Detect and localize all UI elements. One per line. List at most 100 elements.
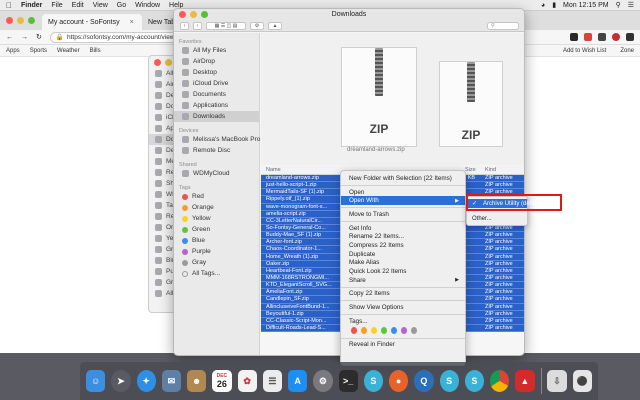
menu-item-get-info[interactable]: Get Info [341,224,465,233]
close-window-button[interactable] [6,17,13,24]
tag-color-dot-icon[interactable] [391,327,397,335]
trash-dock-icon[interactable]: ⚫ [572,370,592,392]
arrange-button[interactable]: ⚙ [250,21,264,30]
sidebar-item-remote-disc[interactable]: Remote Disc [174,145,259,156]
menu-go[interactable]: Go [117,2,126,9]
address-bar[interactable]: 🔒 https://sofontsy.com/my-account/view [49,31,190,43]
silhouette-dock-icon[interactable]: S [363,370,383,392]
sidebar-tag-green[interactable]: Green [174,224,259,235]
tag-color-dot-icon[interactable] [351,327,357,335]
bookmark-zone[interactable]: Zone [620,48,634,54]
sidebar-tag-gray[interactable]: Gray [174,257,259,268]
menu-item-new-folder-with-selection-22-items[interactable]: New Folder with Selection (22 Items) [341,174,465,183]
menu-item-reveal-in-finder[interactable]: Reveal in Finder [341,341,465,350]
tag-color-dot-icon[interactable] [401,327,407,335]
bookmark-add-to-wish-list[interactable]: Add to Wish List [563,48,606,54]
menu-edit[interactable]: Edit [72,2,84,9]
notification-center-icon[interactable]: ☰ [628,1,634,9]
menubar-clock[interactable]: Mon 12:15 PM [563,2,609,9]
back-button[interactable]: ‹ [180,21,189,30]
camera-icon[interactable] [598,33,606,41]
sidebar-item-all-my-files[interactable]: All My Files [174,45,259,56]
chrome-dock-icon[interactable] [490,370,510,392]
firefox-dock-icon[interactable]: ● [389,370,409,392]
tab-my-account[interactable]: My account - SoFontsy × [42,14,142,30]
view-mode-buttons[interactable]: ▦ ☰ ◫ ▤ [206,21,246,30]
menu-view[interactable]: View [93,2,108,9]
system-preferences-dock-icon[interactable]: ⚙ [313,370,333,392]
zoom-window-button[interactable] [28,17,35,24]
menu-item-rename-22-items[interactable]: Rename 22 Items... [341,232,465,241]
sidebar-tag-blue[interactable]: Blue [174,235,259,246]
sidebar-item-icloud-drive[interactable]: iCloud Drive [174,78,259,89]
photos-dock-icon[interactable]: ✿ [237,370,257,392]
menu-file[interactable]: File [51,2,62,9]
menu-item-make-alias[interactable]: Make Alias [341,259,465,268]
sidebar-item-documents[interactable]: Documents [174,89,259,100]
tag-color-dot-icon[interactable] [371,327,377,335]
tag-color-dot-icon[interactable] [361,327,367,335]
column-header-size[interactable]: Size [465,167,476,173]
menu-item-share[interactable]: Share ▶ [341,276,465,285]
sidebar-tag-orange[interactable]: Orange [174,202,259,213]
bookmark-weather[interactable]: Weather [57,48,80,54]
menu-item-open-with[interactable]: Open With ▶ [341,196,465,206]
menu-item-show-view-options[interactable]: Show View Options [341,303,465,312]
quicktime-dock-icon[interactable]: Q [414,370,434,392]
sidebar-item-wdmycloud[interactable]: WDMyCloud [174,168,259,179]
minimize-window-button[interactable] [17,17,24,24]
apple-icon[interactable]:  [6,1,12,10]
acrobat-dock-icon[interactable]: ▲ [515,370,535,392]
app-store-dock-icon[interactable]: A [288,370,308,392]
sidebar-item-melissa-s-macbook-pro[interactable]: Melissa's MacBook Pro [174,134,260,145]
bookmark-apps[interactable]: Apps [6,48,20,54]
bookmark-sports[interactable]: Sports [30,48,47,54]
close-window-button[interactable] [154,59,161,66]
column-header-name[interactable]: Name [266,167,281,173]
menu-kebab-icon[interactable] [626,33,634,41]
mail-dock-icon[interactable]: ✉ [161,370,181,392]
reload-icon[interactable]: ↻ [36,33,42,41]
pinterest-icon[interactable] [612,33,620,41]
menu-item-move-to-trash[interactable]: Move to Trash [341,210,465,219]
open-with-other[interactable]: Other... [467,214,527,223]
battery-icon[interactable]: ▮ [552,1,556,9]
zoom-window-button[interactable] [201,11,208,18]
sidebar-tag-purple[interactable]: Purple [174,246,259,257]
spotlight-icon[interactable]: ⚲ [616,1,621,9]
minimize-window-button[interactable] [165,59,172,66]
tag-color-dot-icon[interactable] [381,327,387,335]
terminal-dock-icon[interactable]: >_ [338,370,358,392]
sidebar-item-applications[interactable]: Applications [174,100,259,111]
sidebar-tag-yellow[interactable]: Yellow [174,213,259,224]
extension-icon[interactable] [584,33,592,41]
contacts-dock-icon[interactable]: ☻ [187,370,207,392]
zip-file-preview-icon[interactable]: ZIP [341,47,417,147]
downloads-stack-dock-icon[interactable]: ⇩ [547,370,567,392]
silhouette-dock-icon[interactable]: S [464,370,484,392]
safari-dock-icon[interactable]: ✦ [136,370,156,392]
forward-icon[interactable]: → [21,34,28,41]
calendar-dock-icon[interactable]: DEC 26 [212,370,232,392]
bookmark-bills[interactable]: Bills [90,48,101,54]
search-field[interactable]: ⚲ [487,21,519,30]
sidebar-item-downloads[interactable]: Downloads [174,111,259,122]
menu-item-compress-22-items[interactable]: Compress 22 Items [341,241,465,250]
forward-button[interactable]: › [193,21,202,30]
menu-item-quick-look-22-items[interactable]: Quick Look 22 Items [341,267,465,276]
minimize-window-button[interactable] [190,11,197,18]
sidebar-item-desktop[interactable]: Desktop [174,67,259,78]
menu-item-copy-22-items[interactable]: Copy 22 Items [341,290,465,299]
reminders-dock-icon[interactable]: ☰ [262,370,282,392]
menu-app-name[interactable]: Finder [21,2,42,9]
zip-file-preview-icon[interactable]: ZIP [439,61,503,147]
column-header-kind[interactable]: Kind [485,167,496,173]
sidebar-tag-red[interactable]: Red [174,191,259,202]
close-window-button[interactable] [179,11,186,18]
sidebar-item-airdrop[interactable]: AirDrop [174,56,259,67]
back-icon[interactable]: ← [6,34,13,41]
sidebar-tag-all-tags-[interactable]: All Tags... [174,268,259,279]
tag-color-dot-icon[interactable] [411,327,417,335]
menu-window[interactable]: Window [135,2,160,9]
close-tab-icon[interactable]: × [130,19,134,26]
